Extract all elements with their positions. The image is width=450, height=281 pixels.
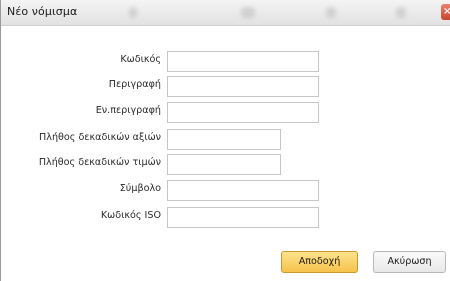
cancel-button[interactable]: Ακύρωση bbox=[373, 251, 446, 273]
form-row-code: Κωδικός bbox=[1, 51, 450, 73]
dialog-title: Νέο νόμισμα bbox=[7, 5, 78, 18]
accept-button[interactable]: Αποδοχή bbox=[281, 251, 358, 273]
blurred-titlebar-element bbox=[129, 7, 137, 18]
close-icon[interactable]: × bbox=[441, 4, 450, 20]
new-currency-dialog: Νέο νόμισμα × Κωδικός Περιγραφή Εν.περιγ… bbox=[0, 0, 450, 281]
blurred-titlebar-element bbox=[326, 7, 336, 18]
blurred-titlebar-element bbox=[396, 7, 406, 18]
symbol-input[interactable] bbox=[167, 180, 319, 201]
alt-description-label: Εν.περιγραφή bbox=[95, 105, 161, 116]
blurred-titlebar-element bbox=[241, 7, 255, 18]
price-decimals-label: Πλήθος δεκαδικών τιμών bbox=[38, 157, 161, 168]
form-row-iso-code: Κωδικός ISO bbox=[1, 207, 450, 229]
code-input[interactable] bbox=[167, 51, 319, 72]
form-row-alt-description: Εν.περιγραφή bbox=[1, 102, 450, 124]
value-decimals-input[interactable] bbox=[167, 129, 281, 150]
description-input[interactable] bbox=[167, 76, 319, 97]
value-decimals-label: Πλήθος δεκαδικών αξιών bbox=[39, 132, 161, 143]
title-bar: Νέο νόμισμα × bbox=[1, 0, 450, 26]
price-decimals-input[interactable] bbox=[167, 154, 281, 175]
symbol-label: Σύμβολο bbox=[119, 183, 161, 194]
form-row-price-decimals: Πλήθος δεκαδικών τιμών bbox=[1, 154, 450, 176]
form-row-value-decimals: Πλήθος δεκαδικών αξιών bbox=[1, 129, 450, 151]
alt-description-input[interactable] bbox=[167, 102, 319, 123]
iso-code-input[interactable] bbox=[167, 207, 319, 228]
description-label: Περιγραφή bbox=[108, 79, 161, 90]
code-label: Κωδικός bbox=[120, 54, 161, 65]
form-row-description: Περιγραφή bbox=[1, 76, 450, 98]
iso-code-label: Κωδικός ISO bbox=[100, 210, 161, 221]
form-row-symbol: Σύμβολο bbox=[1, 180, 450, 202]
